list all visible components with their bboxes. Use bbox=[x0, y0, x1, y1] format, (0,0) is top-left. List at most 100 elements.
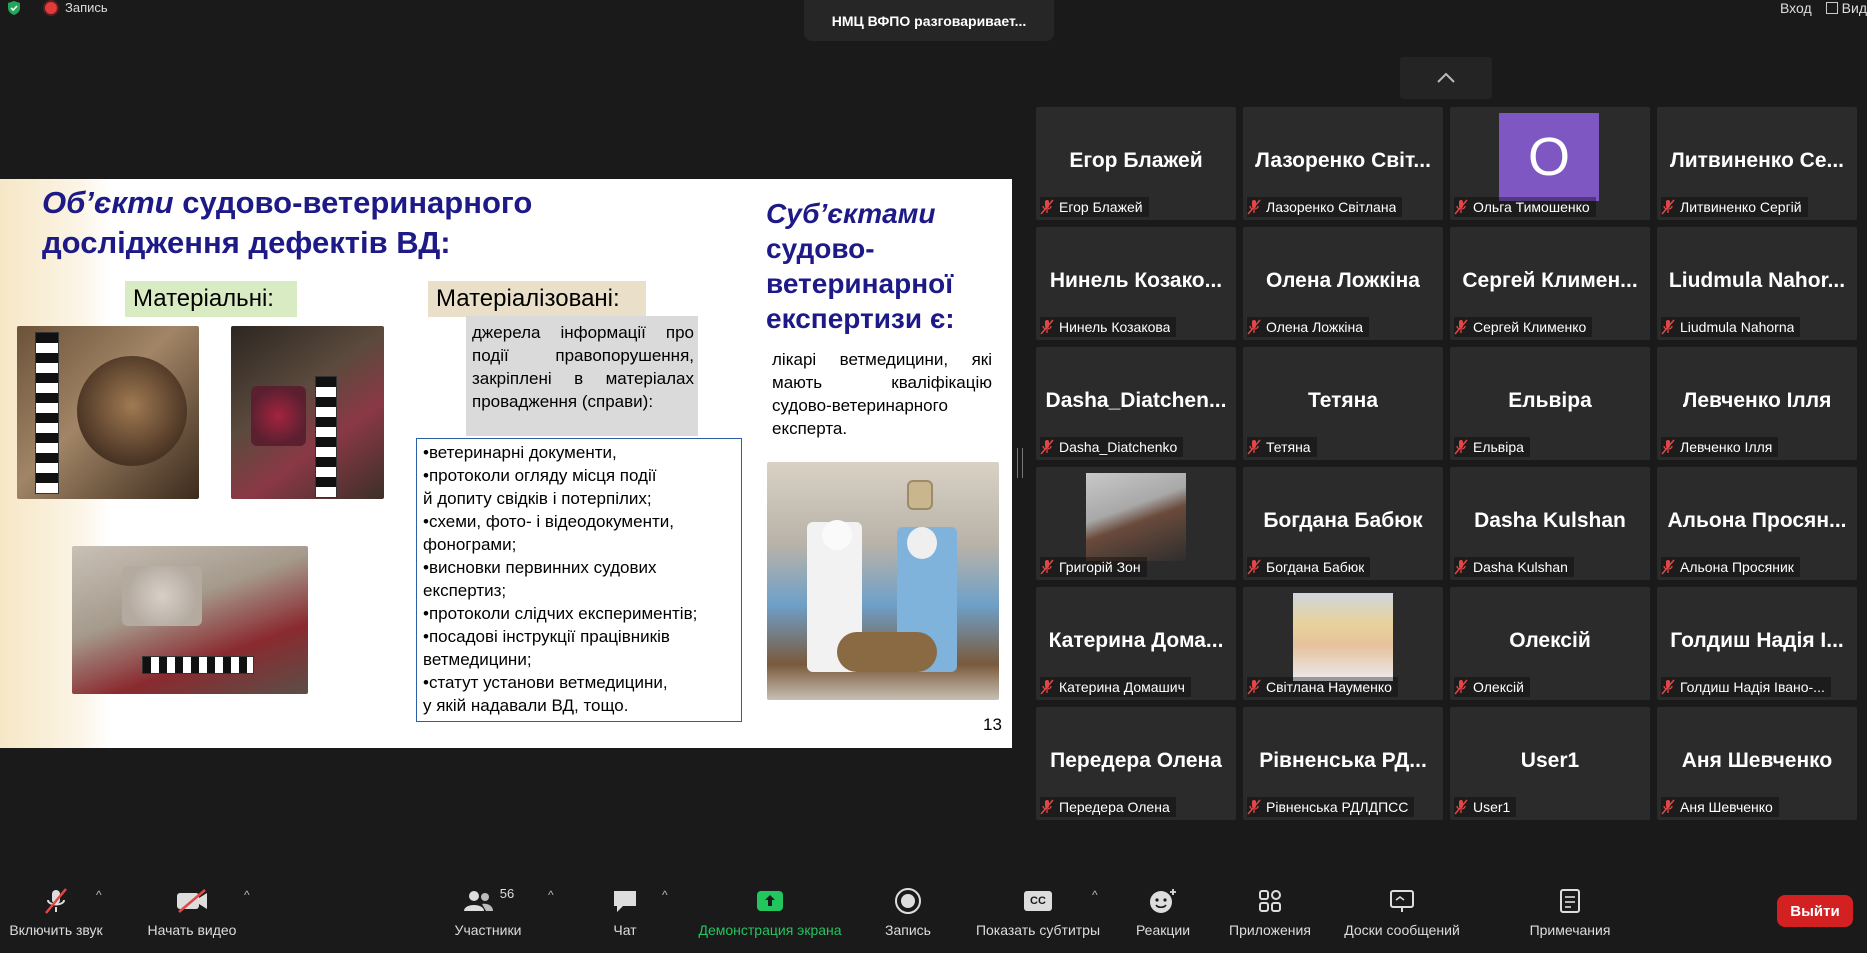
leave-meeting-button[interactable]: Выйти bbox=[1777, 895, 1853, 927]
participants-options-caret[interactable]: ^ bbox=[548, 888, 554, 902]
unmute-button[interactable]: Включить звук bbox=[4, 886, 108, 946]
chat-button[interactable]: Чат bbox=[600, 886, 650, 946]
participant-display-name-text: Катерина Дома... bbox=[1048, 628, 1224, 652]
participants-button[interactable]: 56 Участники bbox=[450, 886, 526, 946]
record-button[interactable]: Запись bbox=[878, 886, 938, 946]
participant-name-text: Олена Ложкіна bbox=[1266, 319, 1364, 335]
participant-tile[interactable]: Егор Блажей Егор Блажей bbox=[1036, 107, 1236, 220]
participant-name-label: Егор Блажей bbox=[1040, 197, 1149, 217]
share-screen-button[interactable]: Демонстрация экрана bbox=[690, 886, 850, 946]
participant-name-text: Богдана Бабюк bbox=[1266, 559, 1365, 575]
recording-indicator[interactable]: Запись bbox=[45, 0, 108, 15]
participant-name-text: Dasha Kulshan bbox=[1473, 559, 1568, 575]
participant-tile[interactable]: Голдиш Надія І... Голдиш Надія Івано-... bbox=[1657, 587, 1857, 700]
participant-tile[interactable]: Альона Просян... Альона Просяник bbox=[1657, 467, 1857, 580]
unmute-label: Включить звук bbox=[9, 922, 103, 938]
photo-wound bbox=[231, 326, 384, 499]
participant-avatar: О bbox=[1499, 113, 1599, 201]
participant-name-label: Богдана Бабюк bbox=[1247, 557, 1371, 577]
participant-tile[interactable]: Богдана Бабюк Богдана Бабюк bbox=[1243, 467, 1443, 580]
split-resize-handle[interactable] bbox=[1017, 448, 1023, 478]
participant-tile[interactable]: О Ольга Тимошенко bbox=[1450, 107, 1650, 220]
participant-display-name-text: Dasha_Diatchen... bbox=[1045, 388, 1227, 412]
mic-muted-icon bbox=[1040, 439, 1054, 455]
participant-video bbox=[1086, 473, 1186, 561]
participant-name-text: Ельвіра bbox=[1473, 439, 1524, 455]
participant-name-text: Світлана Науменко bbox=[1266, 679, 1392, 695]
participant-name-text: Альона Просяник bbox=[1680, 559, 1794, 575]
participant-display-name-text: Dasha Kulshan bbox=[1474, 508, 1626, 532]
participant-name-text: Аня Шевченко bbox=[1680, 799, 1773, 815]
chat-bubble-icon bbox=[614, 891, 636, 912]
info-sources-box: джерела інформації про події правопоруше… bbox=[466, 316, 698, 436]
active-speaker-banner: НМЦ ВФПО разговаривает... bbox=[804, 0, 1054, 41]
participant-tile[interactable]: Тетяна Тетяна bbox=[1243, 347, 1443, 460]
record-label: Запись bbox=[885, 922, 931, 938]
participant-tile[interactable]: Аня Шевченко Аня Шевченко bbox=[1657, 707, 1857, 820]
participant-display-name-text: Аня Шевченко bbox=[1681, 748, 1833, 772]
participant-tile[interactable]: Liudmula Nahor... Liudmula Nahorna bbox=[1657, 227, 1857, 340]
participant-name-text: Лазоренко Світлана bbox=[1266, 199, 1397, 215]
reactions-button[interactable]: Реакции bbox=[1130, 886, 1196, 946]
security-shield-icon[interactable] bbox=[6, 0, 22, 16]
participant-display-name-text: Liudmula Nahor... bbox=[1668, 268, 1846, 292]
participant-name-label: User1 bbox=[1454, 797, 1517, 817]
participant-tile[interactable]: Dasha_Diatchen... Dasha_Diatchenko bbox=[1036, 347, 1236, 460]
video-off-icon bbox=[177, 889, 207, 913]
speaker-banner-text: НМЦ ВФПО разговаривает... bbox=[831, 12, 1027, 29]
video-options-caret[interactable]: ^ bbox=[244, 888, 250, 902]
participant-tile[interactable]: Катерина Дома... Катерина Домашич bbox=[1036, 587, 1236, 700]
gallery-scroll-up-button[interactable] bbox=[1400, 57, 1492, 99]
participant-tile[interactable]: Григорій Зон bbox=[1036, 467, 1236, 580]
subjects-title: Суб’єктами судово-ветеринарної експертиз… bbox=[766, 196, 986, 336]
mic-muted-icon bbox=[1661, 799, 1675, 815]
apps-button[interactable]: Приложения bbox=[1222, 886, 1318, 946]
mic-muted-icon bbox=[1454, 799, 1468, 815]
participant-name-text: Нинель Козакова bbox=[1059, 319, 1171, 335]
participant-name-text: Передера Олена bbox=[1059, 799, 1170, 815]
show-captions-button[interactable]: CC Показать субтитры bbox=[968, 886, 1108, 946]
participant-tile[interactable]: Dasha Kulshan Dasha Kulshan bbox=[1450, 467, 1650, 580]
participant-display-name-text: Олексій bbox=[1509, 628, 1591, 652]
slide-title: Об’єкти судово-ветеринарного дослідження… bbox=[42, 183, 682, 263]
mic-muted-icon bbox=[1247, 559, 1261, 575]
evidence-list-box: •ветеринарні документи, •протоколи огляд… bbox=[416, 438, 742, 722]
participant-tile[interactable]: Олексій Олексій bbox=[1450, 587, 1650, 700]
participant-tile[interactable]: Ельвіра Ельвіра bbox=[1450, 347, 1650, 460]
participant-tile[interactable]: Передера Олена Передера Олена bbox=[1036, 707, 1236, 820]
participant-name-label: Ольга Тимошенко bbox=[1454, 197, 1596, 217]
participant-tile[interactable]: Олена Ложкіна Олена Ложкіна bbox=[1243, 227, 1443, 340]
participant-tile[interactable]: Рівненська РД... Рівненська РДЛДПСС bbox=[1243, 707, 1443, 820]
participant-tile[interactable]: Левченко Ілля Левченко Ілля bbox=[1657, 347, 1857, 460]
mic-muted-icon bbox=[1247, 319, 1261, 335]
participant-display-name-text: Голдиш Надія І... bbox=[1670, 628, 1844, 652]
participant-tile[interactable]: Сергей Климен... Сергей Клименко bbox=[1450, 227, 1650, 340]
participant-tile[interactable]: Світлана Науменко bbox=[1243, 587, 1443, 700]
participant-display-name-text: Олена Ложкіна bbox=[1266, 268, 1420, 292]
mic-muted-icon bbox=[45, 888, 67, 914]
enter-button[interactable]: Вход bbox=[1780, 0, 1812, 16]
mic-muted-icon bbox=[1454, 199, 1468, 215]
chat-options-caret[interactable]: ^ bbox=[662, 888, 668, 902]
participant-name-label: Альона Просяник bbox=[1661, 557, 1800, 577]
mic-muted-icon bbox=[1661, 319, 1675, 335]
participant-name-label: Голдиш Надія Івано-... bbox=[1661, 677, 1831, 697]
mic-muted-icon bbox=[1661, 199, 1675, 215]
participant-tile[interactable]: Нинель Козако... Нинель Козакова bbox=[1036, 227, 1236, 340]
participant-name-text: Сергей Клименко bbox=[1473, 319, 1587, 335]
participant-tile[interactable]: Лазоренко Світ... Лазоренко Світлана bbox=[1243, 107, 1443, 220]
captions-options-caret[interactable]: ^ bbox=[1092, 888, 1098, 902]
participant-tile[interactable]: User1 User1 bbox=[1450, 707, 1650, 820]
shared-screen-slide: Об’єкти судово-ветеринарного дослідження… bbox=[0, 179, 1012, 748]
audio-options-caret[interactable]: ^ bbox=[96, 888, 102, 902]
start-video-button[interactable]: Начать видео bbox=[142, 886, 242, 946]
whiteboards-button[interactable]: Доски сообщений bbox=[1334, 886, 1470, 946]
view-label: Вид bbox=[1841, 0, 1867, 16]
notes-button[interactable]: Примечания bbox=[1522, 886, 1618, 946]
participant-tile[interactable]: Литвиненко Се... Литвиненко Сергій bbox=[1657, 107, 1857, 220]
record-dot-icon bbox=[45, 1, 57, 14]
whiteboard-icon bbox=[1390, 890, 1414, 912]
meeting-toolbar: Включить звук ^ Начать видео ^ 56 Участн… bbox=[0, 872, 1867, 953]
participant-name-label: Олена Ложкіна bbox=[1247, 317, 1370, 337]
view-button[interactable]: Вид bbox=[1825, 0, 1867, 16]
